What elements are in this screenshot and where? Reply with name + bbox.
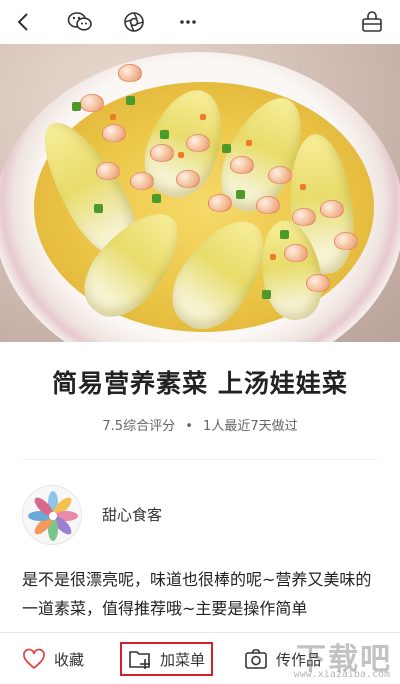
shrimp	[256, 196, 280, 214]
meta-separator: •	[185, 419, 193, 434]
carrot-dice	[270, 254, 276, 260]
add-to-menu-button[interactable]: 加菜单	[120, 642, 214, 676]
green-pepper	[262, 290, 271, 299]
carrot-dice	[110, 114, 116, 120]
share-moments-button[interactable]	[118, 6, 150, 38]
carrot-dice	[300, 184, 306, 190]
author-avatar[interactable]	[22, 485, 82, 545]
cooked-count-text[interactable]: 1人最近7天做过	[203, 419, 298, 434]
shrimp	[208, 194, 232, 212]
shrimp	[118, 64, 142, 82]
green-pepper	[72, 102, 81, 111]
shrimp	[284, 244, 308, 262]
shrimp	[320, 200, 344, 218]
recipe-meta: 7.5综合评分 • 1人最近7天做过	[0, 415, 400, 434]
wechat-icon	[67, 12, 92, 31]
folder-plus-icon	[129, 651, 150, 669]
green-pepper	[236, 190, 245, 199]
post-work-label: 传作品	[276, 650, 322, 669]
carrot-dice	[178, 152, 184, 158]
shrimp	[176, 170, 200, 188]
favorite-button[interactable]: 收藏	[22, 643, 84, 675]
shrimp	[268, 166, 292, 184]
divider	[22, 459, 378, 460]
shrimp	[230, 156, 254, 174]
shrimp	[306, 274, 330, 292]
more-icon	[180, 20, 196, 24]
heart-icon	[23, 648, 45, 670]
green-pepper	[94, 204, 103, 213]
basket-icon	[362, 11, 382, 32]
back-button[interactable]	[8, 6, 40, 38]
more-button[interactable]	[172, 6, 204, 38]
rating-text[interactable]: 7.5综合评分	[102, 419, 175, 434]
top-nav-bar	[0, 0, 400, 44]
camera-icon	[245, 649, 267, 669]
share-wechat-button[interactable]	[64, 6, 96, 38]
bottom-action-bar: 收藏 加菜单 传作品	[0, 632, 400, 684]
shrimp	[102, 124, 126, 142]
recipe-title: 简易营养素菜 上汤娃娃菜	[52, 369, 348, 398]
shopping-basket-button[interactable]	[356, 6, 388, 38]
shrimp	[96, 162, 120, 180]
green-pepper	[160, 130, 169, 139]
moments-icon	[124, 12, 144, 32]
post-work-button[interactable]: 传作品	[244, 643, 321, 675]
add-menu-label: 加菜单	[160, 650, 206, 669]
green-pepper	[222, 144, 231, 153]
favorite-label: 收藏	[54, 650, 85, 669]
author-name[interactable]: 甜心食客	[102, 504, 162, 525]
shrimp	[150, 144, 174, 162]
shrimp	[186, 134, 210, 152]
shrimp	[292, 208, 316, 226]
carrot-dice	[246, 140, 252, 146]
green-pepper	[280, 230, 289, 239]
green-pepper	[152, 194, 161, 203]
shrimp	[130, 172, 154, 190]
carrot-dice	[200, 114, 206, 120]
green-pepper	[126, 96, 135, 105]
avatar-image	[23, 486, 81, 544]
shrimp	[334, 232, 358, 250]
recipe-photo[interactable]	[0, 44, 400, 342]
back-icon	[17, 13, 28, 31]
recipe-description: 是不是很漂亮呢，味道也很棒的呢~营养又美味的一道素菜，值得推荐哦~主要是操作简单	[22, 570, 372, 618]
shrimp	[80, 94, 104, 112]
